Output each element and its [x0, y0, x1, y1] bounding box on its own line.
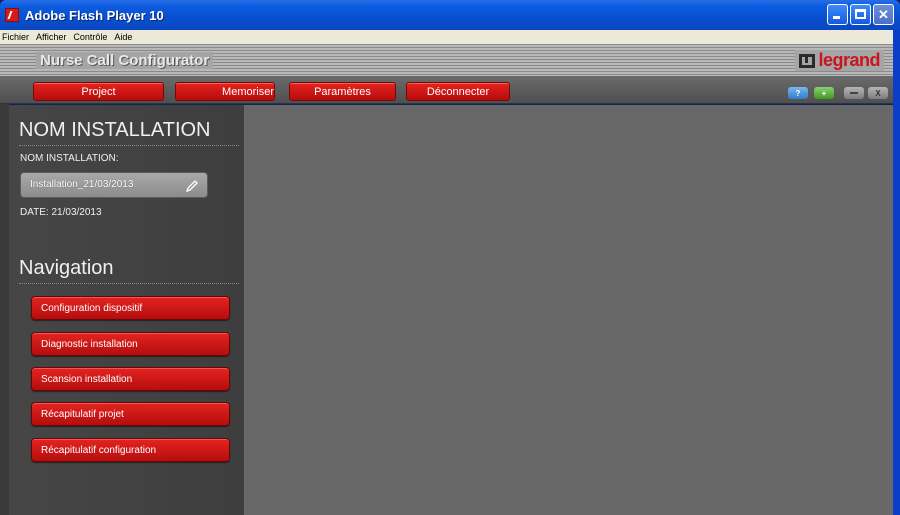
- logo-text: legrand: [818, 50, 880, 70]
- menu-controle[interactable]: Contrôle: [73, 32, 107, 42]
- minimize-panel-icon[interactable]: [844, 87, 864, 99]
- close-window-button[interactable]: ✕: [873, 4, 894, 25]
- flash-player-icon: [5, 8, 19, 22]
- right-frame: [893, 30, 900, 515]
- toolbar: Project Memoriser Paramètres Déconnecter…: [0, 76, 900, 104]
- install-heading: NOM INSTALLATION: [19, 119, 211, 141]
- nav-diagnostic-installation[interactable]: Diagnostic installation: [31, 332, 230, 356]
- parametres-button[interactable]: Paramètres: [289, 82, 396, 101]
- app-title: Nurse Call Configurator: [36, 52, 214, 69]
- divider: [19, 145, 239, 146]
- menu-afficher[interactable]: Afficher: [36, 32, 66, 42]
- main-content-area: [244, 105, 893, 515]
- deconnecter-button[interactable]: Déconnecter: [406, 82, 510, 101]
- legrand-logo: legrand: [795, 50, 884, 71]
- memoriser-button[interactable]: Memoriser: [175, 82, 275, 101]
- memoriser-label: Memoriser: [222, 85, 274, 98]
- add-icon[interactable]: +: [814, 87, 834, 99]
- installation-name-value: Installation_21/03/2013: [30, 179, 134, 190]
- installation-name-field[interactable]: Installation_21/03/2013: [20, 172, 208, 198]
- nav-scansion-installation[interactable]: Scansion installation: [31, 367, 230, 391]
- menu-fichier[interactable]: Fichier: [2, 32, 29, 42]
- minimize-icon: [833, 16, 840, 19]
- close-panel-icon[interactable]: X: [868, 87, 888, 99]
- left-frame: [0, 104, 9, 515]
- help-icon[interactable]: ?: [788, 87, 808, 99]
- menu-bar: Fichier Afficher Contrôle Aide: [0, 30, 900, 44]
- name-label: NOM INSTALLATION:: [20, 153, 119, 164]
- window-title: Adobe Flash Player 10: [25, 7, 164, 23]
- tool-icons: ? + X: [788, 87, 888, 99]
- pencil-icon[interactable]: [185, 179, 199, 193]
- nav-recapitulatif-configuration[interactable]: Récapitulatif configuration: [31, 438, 230, 462]
- maximize-icon: [855, 9, 866, 19]
- navigation-heading: Navigation: [19, 257, 114, 279]
- nav-recapitulatif-projet[interactable]: Récapitulatif projet: [31, 402, 230, 426]
- divider: [19, 283, 239, 284]
- sidebar: NOM INSTALLATION NOM INSTALLATION: Insta…: [9, 105, 244, 515]
- date-text: DATE: 21/03/2013: [20, 207, 102, 218]
- menu-aide[interactable]: Aide: [114, 32, 132, 42]
- app-header: Nurse Call Configurator legrand: [0, 44, 900, 76]
- nav-configuration-dispositif[interactable]: Configuration dispositif: [31, 296, 230, 320]
- window-controls: ✕: [827, 4, 894, 25]
- legrand-logo-icon: [799, 53, 816, 68]
- maximize-window-button[interactable]: [850, 4, 871, 25]
- minimize-window-button[interactable]: [827, 4, 848, 25]
- close-icon: ✕: [878, 6, 889, 22]
- minus-icon: [850, 92, 858, 94]
- project-button[interactable]: Project: [33, 82, 164, 101]
- window-title-bar[interactable]: Adobe Flash Player 10 ✕: [0, 0, 900, 30]
